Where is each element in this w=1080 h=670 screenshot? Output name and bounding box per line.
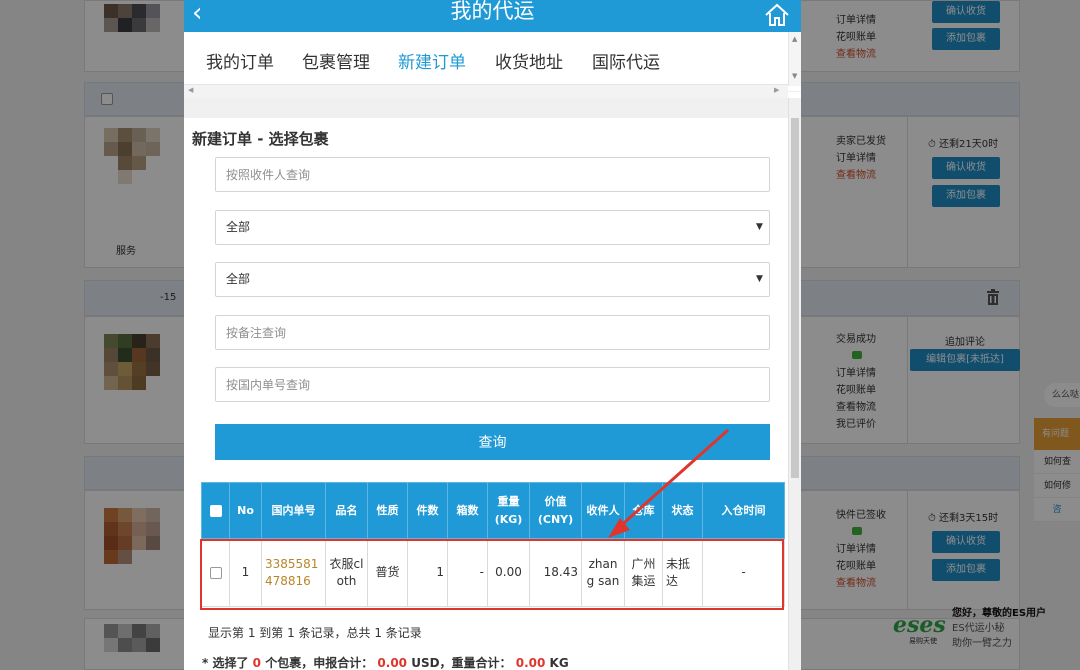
- column-header: 仓库: [624, 482, 663, 539]
- column-header: 状态: [662, 482, 703, 539]
- tabs-vertical-scrollbar[interactable]: ▲ ▼: [788, 32, 801, 86]
- scrollbar-thumb[interactable]: [791, 118, 799, 478]
- tabs-horizontal-scrollbar[interactable]: ◀ ▶: [184, 84, 788, 98]
- column-header: 性质: [367, 482, 408, 539]
- home-icon[interactable]: [764, 3, 790, 27]
- table-header-row: No 国内单号 品名 性质 件数 箱数 重量 (KG) 价值 (CNY) 收件人…: [201, 482, 785, 539]
- column-header: 箱数: [447, 482, 488, 539]
- scroll-left-icon[interactable]: ◀: [188, 86, 193, 94]
- total-label: 个包裹，申报合计：: [265, 656, 374, 670]
- modal-header: ‹ 我的代运: [184, 0, 801, 32]
- package-table: No 国内单号 品名 性质 件数 箱数 重量 (KG) 价值 (CNY) 收件人…: [201, 482, 785, 607]
- domestic-tracking-number[interactable]: 3385581478816: [261, 538, 326, 607]
- select-all-cell: [201, 482, 230, 539]
- separator: [184, 98, 801, 118]
- recipient-name: zhang san: [581, 538, 625, 607]
- package-status: 未抵达: [662, 538, 703, 607]
- shipping-modal: ‹ 我的代运 我的订单 包裹管理 新建订单 收货地址 国际代运 ▲ ▼ ◀ ▶ …: [184, 0, 801, 670]
- tab-package-management[interactable]: 包裹管理: [302, 48, 370, 73]
- tab-shipping-address[interactable]: 收货地址: [495, 48, 563, 73]
- column-header: 入仓时间: [702, 482, 785, 539]
- caret-down-icon: ▼: [756, 274, 763, 284]
- select-all-checkbox[interactable]: [209, 504, 222, 517]
- scroll-down-icon[interactable]: ▼: [792, 72, 797, 80]
- row-number: 1: [229, 538, 262, 607]
- column-header: 价值 (CNY): [529, 482, 582, 539]
- content-scrollbar[interactable]: [788, 98, 801, 670]
- remark-search-input[interactable]: [215, 315, 770, 350]
- selected-count: 0: [252, 656, 262, 670]
- filter-select-value: 全部: [226, 220, 251, 234]
- weight-value: 0.00: [487, 538, 530, 607]
- column-header: 品名: [325, 482, 368, 539]
- selection-total: * 选择了 0 个包裹，申报合计： 0.00 USD，重量合计： 0.00 KG: [202, 654, 569, 670]
- tab-my-orders[interactable]: 我的订单: [206, 48, 274, 73]
- scroll-right-icon[interactable]: ▶: [774, 86, 779, 94]
- table-row[interactable]: 1 3385581478816 衣服cloth 普货 1 - 0.00 18.4…: [201, 538, 785, 607]
- total-prefix: * 选择了: [202, 656, 249, 670]
- boxes-count: -: [447, 538, 488, 607]
- declared-unit: USD，重量合计：: [411, 656, 512, 670]
- query-button[interactable]: 查询: [215, 424, 770, 460]
- scroll-up-icon[interactable]: ▲: [792, 35, 797, 43]
- row-select-cell: [201, 538, 230, 607]
- domestic-no-search-input[interactable]: [215, 367, 770, 402]
- filter-select-1[interactable]: 全部 ▼: [215, 210, 770, 245]
- product-name: 衣服cloth: [325, 538, 368, 607]
- tab-bar: 我的订单 包裹管理 新建订单 收货地址 国际代运: [184, 32, 801, 92]
- weight-unit: KG: [549, 656, 569, 670]
- modal-title: 我的代运: [450, 0, 535, 23]
- section-title: 新建订单 - 选择包裹: [192, 130, 329, 148]
- record-summary: 显示第 1 到第 1 条记录，总共 1 条记录: [208, 626, 422, 640]
- recipient-search-input[interactable]: [215, 157, 770, 192]
- filter-select-value: 全部: [226, 272, 251, 286]
- filter-select-2[interactable]: 全部 ▼: [215, 262, 770, 297]
- tab-international-shipping[interactable]: 国际代运: [592, 48, 660, 73]
- declared-total: 0.00: [377, 656, 408, 670]
- caret-down-icon: ▼: [756, 222, 763, 232]
- column-header: 重量 (KG): [487, 482, 530, 539]
- column-header: 件数: [407, 482, 448, 539]
- row-checkbox[interactable]: [209, 566, 222, 579]
- goods-nature: 普货: [367, 538, 408, 607]
- warehouse-in-time: -: [702, 538, 785, 607]
- column-header: 收件人: [581, 482, 625, 539]
- declared-value: 18.43: [529, 538, 582, 607]
- pieces-count: 1: [407, 538, 448, 607]
- weight-total: 0.00: [515, 656, 546, 670]
- warehouse-name: 广州集运: [624, 538, 663, 607]
- column-header: 国内单号: [261, 482, 326, 539]
- column-header: No: [229, 482, 262, 539]
- tab-new-order[interactable]: 新建订单: [398, 48, 466, 73]
